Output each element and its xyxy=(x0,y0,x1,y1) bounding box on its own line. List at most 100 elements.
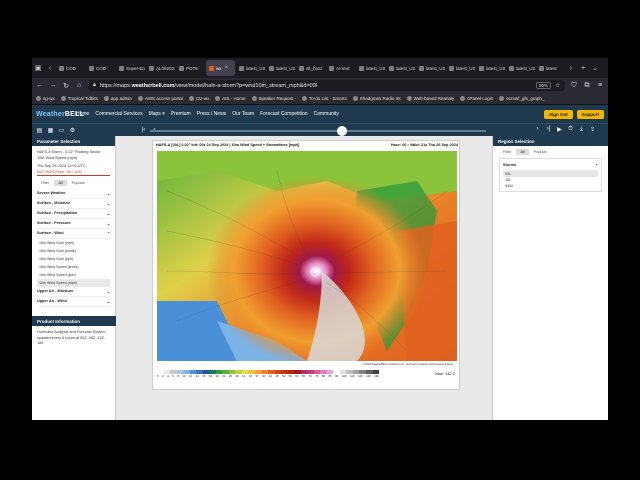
bookmark-star-icon[interactable]: ☆ xyxy=(555,83,560,89)
site-nav-item[interactable]: Commercial Services xyxy=(95,111,142,117)
site-nav-item[interactable]: Community xyxy=(314,111,339,117)
reload-icon[interactable]: ↻ xyxy=(62,82,70,90)
bookmark-item[interactable]: app admin xyxy=(103,96,132,101)
weatherbell-logo[interactable]: WeatherBELL xyxy=(36,111,84,118)
section-label: Severe Weather xyxy=(37,191,66,195)
browser-tab[interactable]: COD xyxy=(56,60,85,76)
browser-tab[interactable]: COD xyxy=(86,60,115,76)
forward-icon[interactable]: → xyxy=(49,82,57,89)
wind-parameter-item[interactable]: 10m Wind Gust (mph) xyxy=(37,239,110,247)
filter-pill[interactable]: All xyxy=(54,180,67,186)
speed-icon[interactable]: ⏱ xyxy=(567,126,574,133)
wind-parameter-item[interactable]: 10m Wind Speed (knots) xyxy=(37,263,110,271)
site-nav-item[interactable]: Our Team xyxy=(232,111,254,117)
tab-list-icon[interactable]: ▣ xyxy=(32,64,44,72)
tab-overflow-icon[interactable]: ⌄ xyxy=(589,64,601,72)
parameter-section[interactable]: Upper Air - Moisture ⌄ xyxy=(37,287,110,297)
region-filter-pill[interactable]: Filter xyxy=(499,149,515,155)
wind-parameter-item[interactable]: 10m Wind Speed (mph) xyxy=(37,279,110,287)
next-frame-icon[interactable]: › xyxy=(534,126,541,133)
tab-favicon-icon xyxy=(299,65,304,71)
bookmark-item[interactable]: Web-based Reanaly xyxy=(406,96,454,101)
browser-tab[interactable]: latest_US xyxy=(446,60,475,76)
window-icon[interactable]: ▭ xyxy=(58,127,65,134)
colorbar-tick-label: 10 xyxy=(182,374,186,378)
first-frame-icon[interactable]: |‹ xyxy=(140,127,147,133)
valid-time-select[interactable]: 00Z 09/24 (Hour: 60 / 126) xyxy=(37,169,110,176)
bookmark-item[interactable]: sg-wx xyxy=(36,96,55,101)
site-nav-item[interactable]: Home xyxy=(76,111,89,117)
filter-pill[interactable]: Popular xyxy=(68,180,89,186)
browser-tab[interactable]: latest_US xyxy=(356,60,385,76)
extensions-icon[interactable]: ⧉ xyxy=(583,82,591,90)
site-nav-item[interactable]: Press / News xyxy=(197,111,226,117)
parameter-section[interactable]: Severe Weather ⌄ xyxy=(37,189,110,199)
browser-tab[interactable]: latest xyxy=(536,60,565,76)
last-frame-icon[interactable]: ›| xyxy=(545,126,552,133)
site-nav-item[interactable]: Maps ▾ xyxy=(149,111,165,117)
tab-favicon-icon xyxy=(239,65,244,71)
browser-tab[interactable]: latest_US xyxy=(236,60,265,76)
parameter-section[interactable]: Surface - Pressure ⌄ xyxy=(37,219,110,229)
wind-parameter-item[interactable]: 10m Wind Gust (knots) xyxy=(37,247,110,255)
wind-parameter-item[interactable]: 10m Wind Gust (kph) xyxy=(37,255,110,263)
zoom-level[interactable]: 80% xyxy=(536,82,552,89)
back-icon[interactable]: ← xyxy=(36,82,44,89)
browser-tab[interactable]: latest_US xyxy=(506,60,535,76)
storm-item[interactable]: 94W xyxy=(503,183,598,189)
new-tab-icon[interactable]: + xyxy=(577,65,589,72)
bookmark-item[interactable]: CU-wx xyxy=(188,96,209,101)
colorbar-tick-label: 40 xyxy=(262,374,266,378)
parameter-section[interactable]: Surface - Precipitation ⌄ xyxy=(37,209,110,219)
site-nav-item[interactable]: Forecast Competition xyxy=(260,111,308,117)
grid-icon[interactable]: ▦ xyxy=(47,127,54,134)
browser-tab[interactable]: POTE xyxy=(176,60,205,76)
region-filter-pill[interactable]: Popular xyxy=(530,149,551,155)
wind-speed-map[interactable] xyxy=(157,151,457,361)
layers-icon[interactable]: ▤ xyxy=(36,127,43,134)
bookmark-item[interactable]: Tropical Tidbits xyxy=(60,96,98,101)
sign-out-button[interactable]: Sign Out xyxy=(544,109,573,119)
browser-tab[interactable]: AI Vort xyxy=(326,60,355,76)
bookmark-item[interactable]: Shadgrass Radio Int xyxy=(352,96,401,101)
shield-icon[interactable]: ⛉ xyxy=(570,82,578,90)
wind-parameter-item[interactable]: 10m Wind Speed (kph) xyxy=(37,271,110,279)
bookmark-item[interactable]: ecmwf_gfs_graph_ xyxy=(499,96,544,101)
tab-close-icon[interactable]: × xyxy=(225,65,229,71)
parameter-section[interactable]: Surface - Moisture ⌄ xyxy=(37,199,110,209)
bookmark-item[interactable]: cPanel Login xyxy=(460,96,493,101)
browser-tab[interactable]: latest_US xyxy=(386,60,415,76)
filter-pill[interactable]: Filter xyxy=(37,180,53,186)
browser-tab[interactable]: latest_US xyxy=(416,60,445,76)
bookmark-item[interactable]: AWS access portal xyxy=(137,96,183,101)
bookmark-item[interactable]: To-do List - Smarts xyxy=(302,96,347,101)
menu-icon[interactable]: ≡ xyxy=(596,82,604,89)
share-icon[interactable]: ⇪ xyxy=(589,126,596,133)
browser-tab[interactable]: AL092024 xyxy=(146,60,175,76)
browser-tab[interactable]: latest_US xyxy=(266,60,295,76)
timeline-slider[interactable] xyxy=(150,126,486,136)
browser-tab[interactable]: wx × xyxy=(206,60,235,76)
bookmark-item[interactable]: Speaker Request - xyxy=(251,96,296,101)
storms-header[interactable]: Storms ⌃ xyxy=(503,161,598,171)
colorbar-tick-label: 56 xyxy=(288,374,292,378)
timeline-handle[interactable] xyxy=(337,126,347,136)
tab-scroll-right-icon[interactable]: › xyxy=(565,65,577,72)
download-icon[interactable]: ⤓ xyxy=(578,126,585,133)
parameter-section[interactable]: Surface - Wind ⌃ xyxy=(37,229,110,239)
site-nav-item[interactable]: Premium xyxy=(171,111,191,117)
play-icon[interactable]: ▶ xyxy=(556,126,563,133)
parameter-panel: Parameter Selection HAFS-a Storm - 0.02°… xyxy=(32,136,116,420)
support-button[interactable]: Support xyxy=(576,109,604,119)
bookmark-favicon-icon xyxy=(188,96,194,101)
parameter-section[interactable]: Upper Air - Wind ⌄ xyxy=(37,297,110,307)
browser-tab[interactable]: all_hazz xyxy=(296,60,325,76)
settings-icon[interactable]: ⚙ xyxy=(69,127,76,134)
tab-scroll-left-icon[interactable]: ‹ xyxy=(44,65,56,72)
browser-tab[interactable]: Super-En xyxy=(116,60,145,76)
home-icon[interactable]: ⌂ xyxy=(75,82,83,89)
url-bar[interactable]: 🔒︎ https://maps.weatherbell.com/view/mod… xyxy=(88,80,565,91)
browser-tab[interactable]: latest_US xyxy=(476,60,505,76)
region-filter-pill[interactable]: All xyxy=(516,149,529,155)
bookmark-item[interactable]: AIS - Home xyxy=(215,96,246,101)
